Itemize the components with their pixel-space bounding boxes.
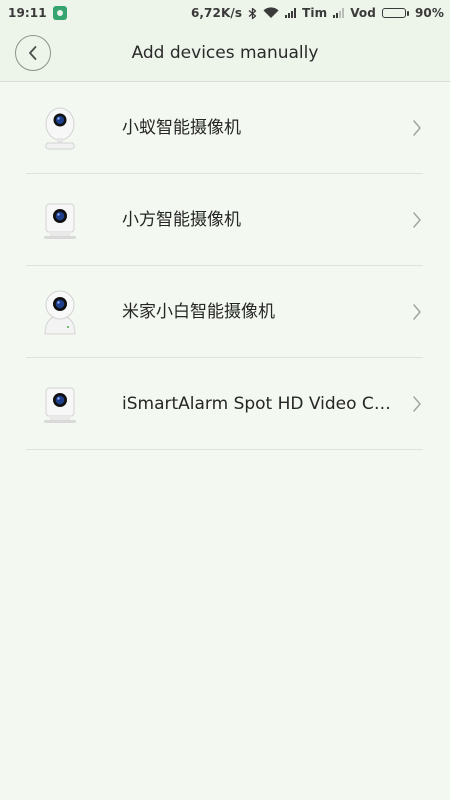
device-label: 米家小白智能摄像机 xyxy=(122,302,275,322)
signal-2-icon xyxy=(333,8,345,18)
chevron-right-icon xyxy=(413,304,421,320)
device-list: 小蚁智能摄像机 小方智能摄像机 米家小白智能摄像机 iSmartAlarm Sp… xyxy=(0,82,450,450)
network-speed: 6,72K/s xyxy=(190,6,243,20)
device-label: 小方智能摄像机 xyxy=(122,210,241,230)
clock: 19:11 xyxy=(8,6,47,20)
device-label: 小蚁智能摄像机 xyxy=(122,118,241,138)
device-label: iSmartAlarm Spot HD Video Ca… xyxy=(122,394,394,414)
cube-camera-icon xyxy=(44,387,76,423)
chevron-right-icon xyxy=(413,212,421,228)
chevron-right-icon xyxy=(413,396,421,412)
device-item-ismartalarm-camera[interactable]: iSmartAlarm Spot HD Video Ca… xyxy=(0,358,450,450)
carrier-2: Vod xyxy=(350,6,376,20)
bluetooth-icon xyxy=(248,7,257,19)
wifi-icon xyxy=(263,7,279,19)
device-item-xiaofang-camera[interactable]: 小方智能摄像机 xyxy=(0,174,450,266)
divider xyxy=(26,449,423,450)
dome-camera-icon xyxy=(45,107,75,150)
device-item-mijia-camera[interactable]: 米家小白智能摄像机 xyxy=(0,266,450,358)
app-notification-icon xyxy=(52,6,67,20)
chevron-left-icon xyxy=(29,46,37,60)
status-bar: 19:11 6,72K/s Tim Vod 90% xyxy=(0,0,450,26)
ptz-camera-icon xyxy=(44,290,76,335)
battery-icon xyxy=(381,8,409,18)
battery-percent: 90% xyxy=(414,6,444,20)
signal-1-icon xyxy=(285,8,297,18)
chevron-right-icon xyxy=(413,120,421,136)
top-bar: Add devices manually xyxy=(0,26,450,82)
back-button[interactable] xyxy=(15,35,51,71)
carrier-1: Tim xyxy=(302,6,328,20)
cube-camera-icon xyxy=(44,203,76,239)
page-title: Add devices manually xyxy=(131,43,319,63)
device-item-yi-camera[interactable]: 小蚁智能摄像机 xyxy=(0,82,450,174)
